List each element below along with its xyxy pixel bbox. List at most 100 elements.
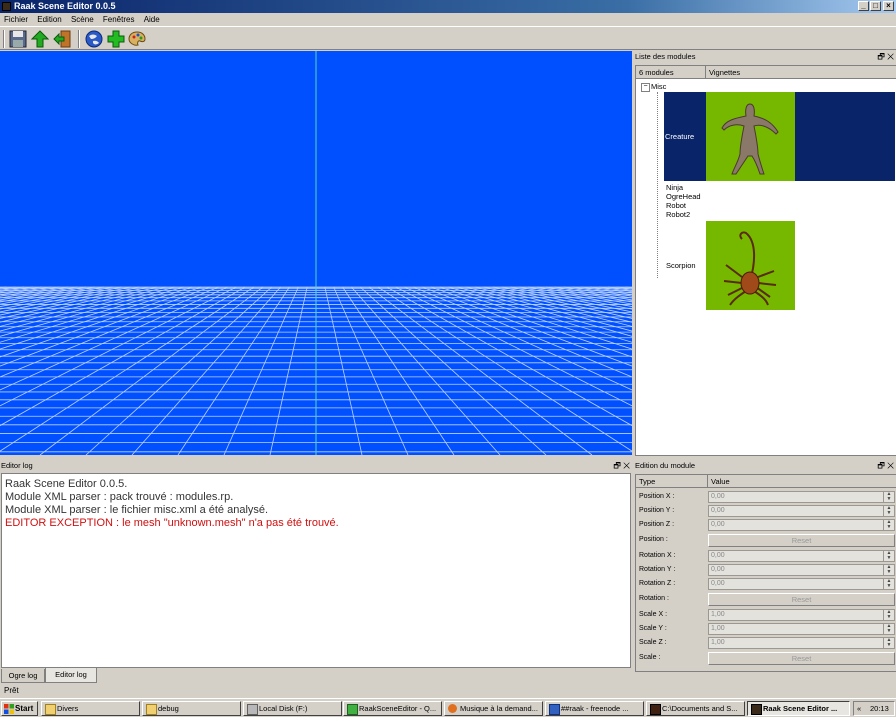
folder-icon [146,704,157,715]
app-icon [751,704,762,715]
title-bar: Raak Scene Editor 0.0.5 _ □ × [0,0,896,13]
tab-editor-log[interactable]: Editor log [45,668,97,683]
column-header-value[interactable]: Value [708,475,896,488]
module-edit-panel: Edition du module 🗗 ✕ Type Value Positio… [634,460,896,684]
column-header-modules[interactable]: 6 modules [636,66,706,79]
label-rotation-y: Rotation Y : [639,566,676,573]
save-icon[interactable] [9,30,27,48]
spin-arrows-icon[interactable]: ▲ ▼ [883,610,894,620]
scale-reset-button[interactable]: Reset [708,652,895,665]
spin-arrows-icon[interactable]: ▲ ▼ [883,624,894,634]
spin-arrows-icon[interactable]: ▲ ▼ [883,551,894,561]
column-header-vignettes[interactable]: Vignettes [706,66,896,79]
label-position-z: Position Z : [639,521,675,528]
maximize-button[interactable]: □ [870,1,881,11]
rotation-y-value: 0,00 [711,566,725,573]
close-button[interactable]: × [883,1,894,11]
task-debug[interactable]: debug [142,701,241,716]
spin-arrows-icon[interactable]: ▲ ▼ [883,565,894,575]
add-icon[interactable] [107,30,125,48]
palette-icon[interactable] [128,30,146,48]
modules-tree[interactable]: 6 modules Vignettes − Misc Creature Ninj… [635,65,896,456]
tree-group-misc[interactable]: Misc [651,82,666,91]
menu-bar: Fichier Edition Scène Fenêtres Aide [0,13,896,26]
panel-float-close-icons[interactable]: 🗗 ✕ [877,460,894,471]
tab-ogre-log[interactable]: Ogre log [1,669,45,683]
row-rotation-reset: Rotation : Reset [636,592,896,606]
label-position-x: Position X : [639,493,675,500]
menu-edition[interactable]: Edition [37,15,61,24]
task-raakscene-qt[interactable]: RaakSceneEditor - Q... [343,701,442,716]
task-irc-raak[interactable]: ##raak - freenode ... [545,701,644,716]
scorpion-thumbnail [706,221,795,310]
log-text-area[interactable]: Raak Scene Editor 0.0.5. Module XML pars… [1,473,631,668]
module-label-creature: Creature [665,132,695,141]
exit-icon[interactable] [53,30,71,48]
rotation-z-spinbox[interactable]: 0,00 ▲ ▼ [708,578,895,590]
position-reset-button[interactable]: Reset [708,534,895,547]
module-label-robot2[interactable]: Robot2 [666,210,690,219]
task-label: Divers [57,704,79,713]
up-arrow-icon[interactable] [31,30,49,48]
position-x-spinbox[interactable]: 0,00 ▲ ▼ [708,491,895,503]
row-position-reset: Position : Reset [636,533,896,547]
spin-arrows-icon[interactable]: ▲ ▼ [883,492,894,502]
spin-arrows-icon[interactable]: ▲ ▼ [883,638,894,648]
minimize-button[interactable]: _ [858,1,869,11]
tray-expand-icon[interactable]: « [857,702,861,715]
toolbar-separator [78,30,80,48]
status-text: Prêt [4,686,19,695]
task-local-disk[interactable]: Local Disk (F:) [243,701,342,716]
start-button[interactable]: Start [1,701,38,716]
module-label-ogrehead[interactable]: OgreHead [666,192,701,201]
task-documents[interactable]: C:\Documents and S... [646,701,745,716]
taskbar: Start Divers debug Local Disk (F:) RaakS… [0,698,896,717]
menu-fenetres[interactable]: Fenêtres [103,15,135,24]
modules-panel-title: Liste des modules [635,52,696,61]
spin-arrows-icon[interactable]: ▲ ▼ [883,506,894,516]
task-label: RaakSceneEditor - Q... [359,704,437,713]
scale-z-value: 1,00 [711,639,725,646]
position-y-value: 0,00 [711,507,725,514]
rotation-reset-button[interactable]: Reset [708,593,895,606]
toolbar [0,26,896,50]
task-label: Musique à la demand... [460,704,538,713]
property-table: Type Value Position X : 0,00 ▲ ▼ Position Y… [635,474,896,672]
task-musique[interactable]: Musique à la demand... [444,701,543,716]
label-position: Position : [639,536,668,543]
task-label: ##raak - freenode ... [561,704,629,713]
task-divers[interactable]: Divers [41,701,140,716]
spin-arrows-icon[interactable]: ▲ ▼ [883,579,894,589]
scale-z-spinbox[interactable]: 1,00 ▲ ▼ [708,637,895,649]
position-y-spinbox[interactable]: 0,00 ▲ ▼ [708,505,895,517]
task-raak-scene-editor[interactable]: Raak Scene Editor ... [747,701,850,716]
label-scale-z: Scale Z : [639,639,667,646]
rotation-y-spinbox[interactable]: 0,00 ▲ ▼ [708,564,895,576]
globe-icon[interactable] [85,30,103,48]
menu-scene[interactable]: Scène [71,15,94,24]
column-header-type[interactable]: Type [636,475,708,488]
scale-y-spinbox[interactable]: 1,00 ▲ ▼ [708,623,895,635]
app-icon [2,2,11,11]
module-label-ninja[interactable]: Ninja [666,183,683,192]
spin-arrows-icon[interactable]: ▲ ▼ [883,520,894,530]
editor-log-header: Editor log 🗗 ✕ [0,460,632,471]
panel-float-close-icons[interactable]: 🗗 ✕ [613,460,630,471]
rotation-x-spinbox[interactable]: 0,00 ▲ ▼ [708,550,895,562]
position-z-spinbox[interactable]: 0,00 ▲ ▼ [708,519,895,531]
task-label: Raak Scene Editor ... [763,704,838,713]
menu-aide[interactable]: Aide [144,15,160,24]
list-item-selected[interactable]: Creature [664,92,895,181]
tree-collapse-icon[interactable]: − [641,83,650,92]
firefox-icon [448,704,457,713]
row-rotation-x: Rotation X : 0,00 ▲ ▼ [636,549,896,563]
module-label-robot[interactable]: Robot [666,201,686,210]
panel-float-close-icons[interactable]: 🗗 ✕ [877,51,894,62]
clock[interactable]: 20:13 [870,702,889,715]
task-label: debug [158,704,179,713]
3d-viewport[interactable] [0,51,632,455]
menu-fichier[interactable]: Fichier [4,15,28,24]
scale-x-spinbox[interactable]: 1,00 ▲ ▼ [708,609,895,621]
module-label-scorpion[interactable]: Scorpion [666,261,696,270]
row-scale-y: Scale Y : 1,00 ▲ ▼ [636,622,896,636]
